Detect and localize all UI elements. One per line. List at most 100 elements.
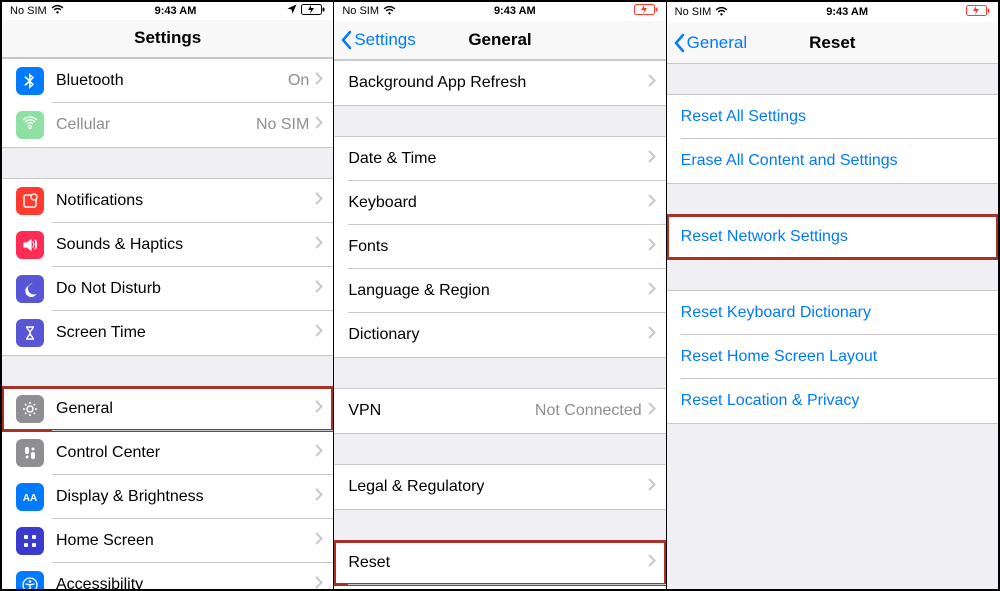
row-label: Dictionary	[348, 326, 647, 344]
chevron-icon	[648, 326, 656, 344]
row-label: Keyboard	[348, 194, 647, 212]
row-dictionary[interactable]: Dictionary	[334, 313, 665, 357]
chevron-icon	[315, 576, 323, 589]
row-notifications[interactable]: Notifications	[2, 179, 333, 223]
row-fonts[interactable]: Fonts	[334, 225, 665, 269]
chevron-icon	[648, 554, 656, 572]
gear-icon	[16, 395, 44, 423]
chevron-icon	[315, 236, 323, 254]
row-reset-location[interactable]: Reset Location & Privacy	[667, 379, 998, 423]
row-label: Erase All Content and Settings	[681, 152, 988, 170]
row-reset-all[interactable]: Reset All Settings	[667, 95, 998, 139]
chevron-icon	[315, 532, 323, 550]
row-label: Reset Keyboard Dictionary	[681, 304, 988, 322]
chevron-icon	[648, 282, 656, 300]
row-legal[interactable]: Legal & Regulatory	[334, 465, 665, 509]
row-controlcenter[interactable]: Control Center	[2, 431, 333, 475]
row-display[interactable]: AA Display & Brightness	[2, 475, 333, 519]
chevron-icon	[648, 150, 656, 168]
row-bgrefresh[interactable]: Background App Refresh	[334, 61, 665, 105]
sounds-icon	[16, 231, 44, 259]
chevron-icon	[315, 280, 323, 298]
status-carrier: No SIM	[10, 5, 47, 17]
row-label: Reset Network Settings	[681, 228, 988, 246]
chevron-icon	[648, 194, 656, 212]
row-general[interactable]: General	[2, 387, 333, 431]
homescreen-icon	[16, 527, 44, 555]
row-label: General	[56, 400, 315, 418]
row-reset[interactable]: Reset	[334, 541, 665, 585]
row-homescreen[interactable]: Home Screen	[2, 519, 333, 563]
row-label: Reset Home Screen Layout	[681, 348, 988, 366]
row-erase-all[interactable]: Erase All Content and Settings	[667, 139, 998, 183]
status-time: 9:43 AM	[494, 5, 536, 17]
status-bar: No SIM 9:43 AM	[667, 2, 998, 22]
row-label: Fonts	[348, 238, 647, 256]
row-vpn[interactable]: VPN Not Connected	[334, 389, 665, 433]
battery-icon	[966, 5, 990, 19]
row-detail: On	[288, 72, 309, 90]
status-carrier: No SIM	[675, 6, 712, 18]
back-button[interactable]: Settings	[334, 30, 415, 50]
reset-list: Reset All Settings Erase All Content and…	[667, 64, 998, 589]
svg-text:AA: AA	[23, 493, 37, 504]
chevron-icon	[315, 444, 323, 462]
row-label: Display & Brightness	[56, 488, 315, 506]
chevron-icon	[648, 478, 656, 496]
bluetooth-icon	[16, 67, 44, 95]
row-dnd[interactable]: Do Not Disturb	[2, 267, 333, 311]
row-label: Reset	[348, 554, 647, 572]
location-icon	[287, 4, 297, 17]
row-label: Notifications	[56, 192, 315, 210]
row-detail: Not Connected	[535, 402, 642, 420]
hourglass-icon	[16, 319, 44, 347]
nav-bar-general: Settings General	[334, 21, 665, 60]
chevron-icon	[648, 402, 656, 420]
battery-icon	[634, 4, 658, 18]
chevron-icon	[648, 238, 656, 256]
settings-list: Bluetooth On Cellular No SIM	[2, 58, 333, 589]
row-shutdown[interactable]: Shut Down	[334, 585, 665, 589]
status-time: 9:43 AM	[155, 5, 197, 17]
row-sounds[interactable]: Sounds & Haptics	[2, 223, 333, 267]
row-accessibility[interactable]: Accessibility	[2, 563, 333, 589]
chevron-icon	[315, 400, 323, 418]
row-label: Accessibility	[56, 576, 315, 589]
battery-icon	[301, 4, 325, 18]
status-carrier: No SIM	[342, 5, 379, 17]
row-langregion[interactable]: Language & Region	[334, 269, 665, 313]
row-screentime[interactable]: Screen Time	[2, 311, 333, 355]
chevron-icon	[315, 192, 323, 210]
nav-bar-reset: General Reset	[667, 22, 998, 64]
chevron-icon	[315, 72, 323, 90]
row-label: Reset All Settings	[681, 108, 988, 126]
controlcenter-icon	[16, 439, 44, 467]
row-label: Language & Region	[348, 282, 647, 300]
status-bar: No SIM 9:43 AM	[2, 2, 333, 20]
pane-reset: No SIM 9:43 AM General Reset Reset All S…	[667, 2, 998, 589]
back-label: General	[687, 33, 747, 53]
row-label: Home Screen	[56, 532, 315, 550]
row-reset-network[interactable]: Reset Network Settings	[667, 215, 998, 259]
row-reset-keyboard[interactable]: Reset Keyboard Dictionary	[667, 291, 998, 335]
notifications-icon	[16, 187, 44, 215]
row-keyboard[interactable]: Keyboard	[334, 181, 665, 225]
row-cellular[interactable]: Cellular No SIM	[2, 103, 333, 147]
chevron-icon	[315, 488, 323, 506]
row-reset-homescreen[interactable]: Reset Home Screen Layout	[667, 335, 998, 379]
row-detail: No SIM	[256, 116, 309, 134]
moon-icon	[16, 275, 44, 303]
row-label: Legal & Regulatory	[348, 478, 647, 496]
back-button[interactable]: General	[667, 33, 747, 53]
row-label: Background App Refresh	[348, 74, 647, 92]
wifi-icon	[715, 6, 728, 19]
wifi-icon	[51, 4, 64, 17]
page-title: Settings	[2, 28, 333, 48]
accessibility-icon	[16, 571, 44, 589]
row-datetime[interactable]: Date & Time	[334, 137, 665, 181]
row-bluetooth[interactable]: Bluetooth On	[2, 59, 333, 103]
pane-general: No SIM 9:43 AM Settings General Backgrou…	[334, 2, 666, 589]
row-label: Reset Location & Privacy	[681, 392, 988, 410]
chevron-icon	[315, 324, 323, 342]
chevron-icon	[315, 116, 323, 134]
